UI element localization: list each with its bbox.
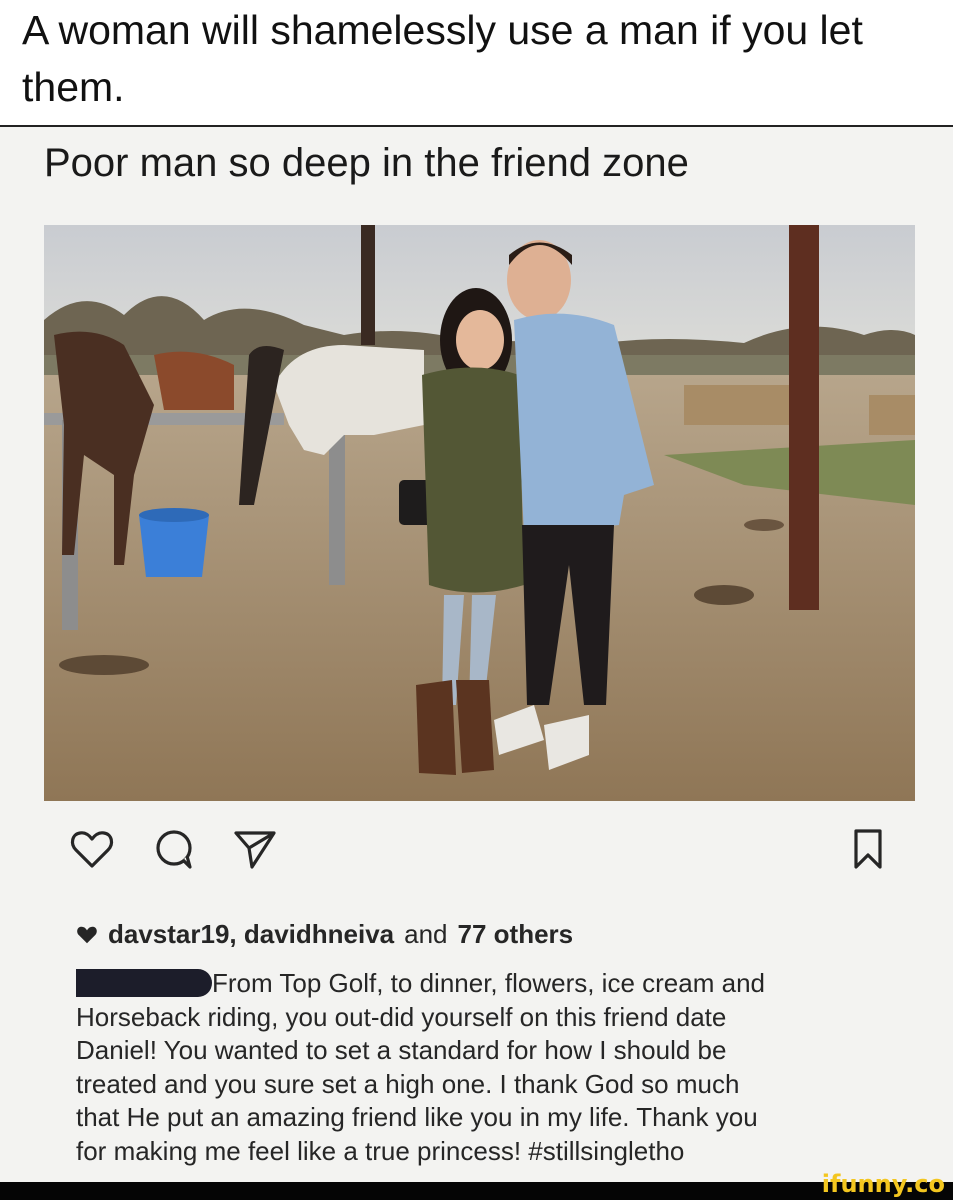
photo-horses-couple [44, 225, 915, 801]
likes-users[interactable]: davstar19, davidhneiva [108, 919, 394, 950]
meme-top-caption: A woman will shamelessly use a man if yo… [22, 7, 863, 110]
post-photo[interactable] [44, 225, 915, 801]
post-body-line4: treated and you sure set a high one. I t… [76, 1068, 740, 1099]
post-action-bar [44, 817, 915, 887]
post-body-line: From Top Golf, to dinner, flowers, ice c… [76, 967, 896, 1001]
meme-page: A woman will shamelessly use a man if yo… [0, 0, 953, 1200]
heart-outline-icon[interactable] [68, 825, 116, 873]
instagram-post: Poor man so deep in the friend zone davs… [0, 127, 953, 1182]
heart-filled-icon [77, 926, 97, 943]
comment-bubble-icon[interactable] [150, 825, 198, 873]
likes-others[interactable]: 77 others [458, 919, 574, 950]
post-body-line5: that He put an amazing friend like you i… [76, 1102, 758, 1132]
watermark-bar [0, 1182, 953, 1200]
post-body-line2: Horseback riding, you out-did yourself o… [76, 1001, 727, 1032]
post-body: From Top Golf, to dinner, flowers, ice c… [76, 967, 896, 1168]
likes-summary: davstar19, davidhneiva and 77 others [76, 919, 573, 950]
paper-plane-icon[interactable] [230, 825, 278, 873]
post-body-line6: for making me feel like a true princess!… [76, 1135, 685, 1166]
redacted-username [76, 969, 212, 997]
watermark-logo: ifunny.co [821, 1170, 945, 1198]
post-body-line1: From Top Golf, to dinner, flowers, ice c… [212, 968, 765, 998]
likes-and: and [404, 919, 448, 949]
post-body-line3: Daniel! You wanted to set a standard for… [76, 1035, 727, 1065]
post-caption: Poor man so deep in the friend zone [44, 141, 689, 185]
bookmark-icon[interactable] [844, 825, 892, 873]
